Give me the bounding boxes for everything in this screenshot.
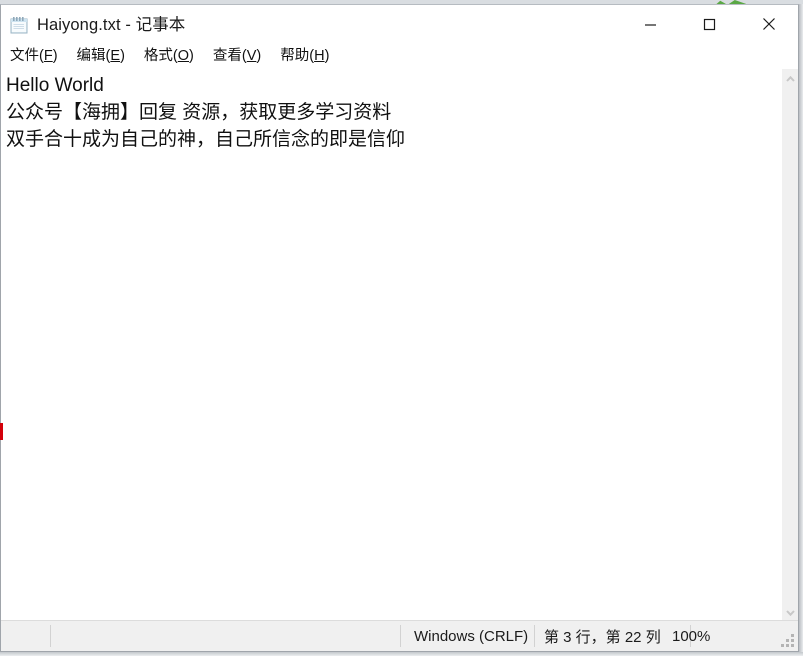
menu-item-view-accel: V xyxy=(246,48,257,64)
menu-bar: 文件(F) 编辑(E) 格式(O) 查看(V) 帮助(H) xyxy=(1,43,798,69)
status-line-ending[interactable]: Windows (CRLF) xyxy=(414,621,528,651)
window-title: Haiyong.txt - 记事本 xyxy=(37,16,186,34)
minimize-icon xyxy=(644,18,657,31)
status-bar: Windows (CRLF) 第 3 行，第 22 列 100% xyxy=(1,620,798,651)
menu-item-file-close-paren: ) xyxy=(52,48,58,64)
text-area[interactable]: Hello World 公众号【海拥】回复 资源，获取更多学习资料 双手合十成为… xyxy=(1,69,781,620)
vertical-scrollbar[interactable] xyxy=(781,69,798,620)
window-controls xyxy=(621,5,798,43)
menu-item-help-close-paren: ) xyxy=(324,48,330,64)
minimize-button[interactable] xyxy=(621,5,680,43)
menu-item-format[interactable]: 格式(O) xyxy=(144,46,194,66)
text-line: Hello World xyxy=(6,75,104,96)
menu-item-help-label: 帮助( xyxy=(280,48,315,64)
window-right-shadow xyxy=(799,4,803,652)
status-cursor-position[interactable]: 第 3 行，第 22 列 xyxy=(544,621,661,651)
scroll-down-icon xyxy=(786,603,795,621)
menu-item-file[interactable]: 文件(F) xyxy=(10,46,58,66)
menu-item-view-close-paren: ) xyxy=(256,48,262,64)
title-bar[interactable]: Haiyong.txt - 记事本 xyxy=(1,5,798,43)
close-icon xyxy=(762,17,776,31)
screen-root: Haiyong.txt - 记事本 文件(F) 编辑(E) 格式(O) 查看(V… xyxy=(0,0,803,656)
menu-item-view-label: 查看( xyxy=(212,48,247,64)
window-bottom-shadow xyxy=(0,652,803,656)
notepad-window: Haiyong.txt - 记事本 文件(F) 编辑(E) 格式(O) 查看(V… xyxy=(0,4,799,652)
menu-item-format-close-paren: ) xyxy=(189,48,194,64)
status-separator xyxy=(534,625,535,647)
menu-item-format-accel: O xyxy=(177,48,190,64)
menu-item-file-label: 文件( xyxy=(10,48,44,64)
menu-item-file-accel: F xyxy=(43,48,53,64)
maximize-button[interactable] xyxy=(680,5,739,43)
text-line: 公众号【海拥】回复 资源，获取更多学习资料 xyxy=(6,102,392,123)
menu-item-help[interactable]: 帮助(H) xyxy=(280,46,329,66)
maximize-icon xyxy=(703,18,716,31)
menu-item-view[interactable]: 查看(V) xyxy=(213,46,261,66)
red-edge-marker xyxy=(0,423,3,440)
notepad-icon xyxy=(10,16,29,34)
menu-item-edit-label: 编辑( xyxy=(76,48,111,64)
menu-item-help-accel: H xyxy=(314,48,325,64)
scroll-down-button[interactable] xyxy=(782,603,798,621)
scroll-up-button[interactable] xyxy=(782,69,798,87)
close-button[interactable] xyxy=(739,5,798,43)
menu-item-edit[interactable]: 编辑(E) xyxy=(77,46,125,66)
text-line: 双手合十成为自己的神，自己所信念的即是信仰 xyxy=(6,129,406,150)
resize-grip[interactable] xyxy=(781,634,794,647)
menu-item-format-label: 格式( xyxy=(143,48,178,64)
status-separator xyxy=(400,625,401,647)
editor-area: Hello World 公众号【海拥】回复 资源，获取更多学习资料 双手合十成为… xyxy=(1,69,798,620)
status-separator xyxy=(50,625,51,647)
status-zoom-level[interactable]: 100% xyxy=(672,621,710,651)
menu-item-edit-close-paren: ) xyxy=(120,48,125,64)
scrollbar-track[interactable] xyxy=(782,86,798,603)
scroll-up-icon xyxy=(786,69,795,87)
menu-item-edit-accel: E xyxy=(110,48,121,64)
